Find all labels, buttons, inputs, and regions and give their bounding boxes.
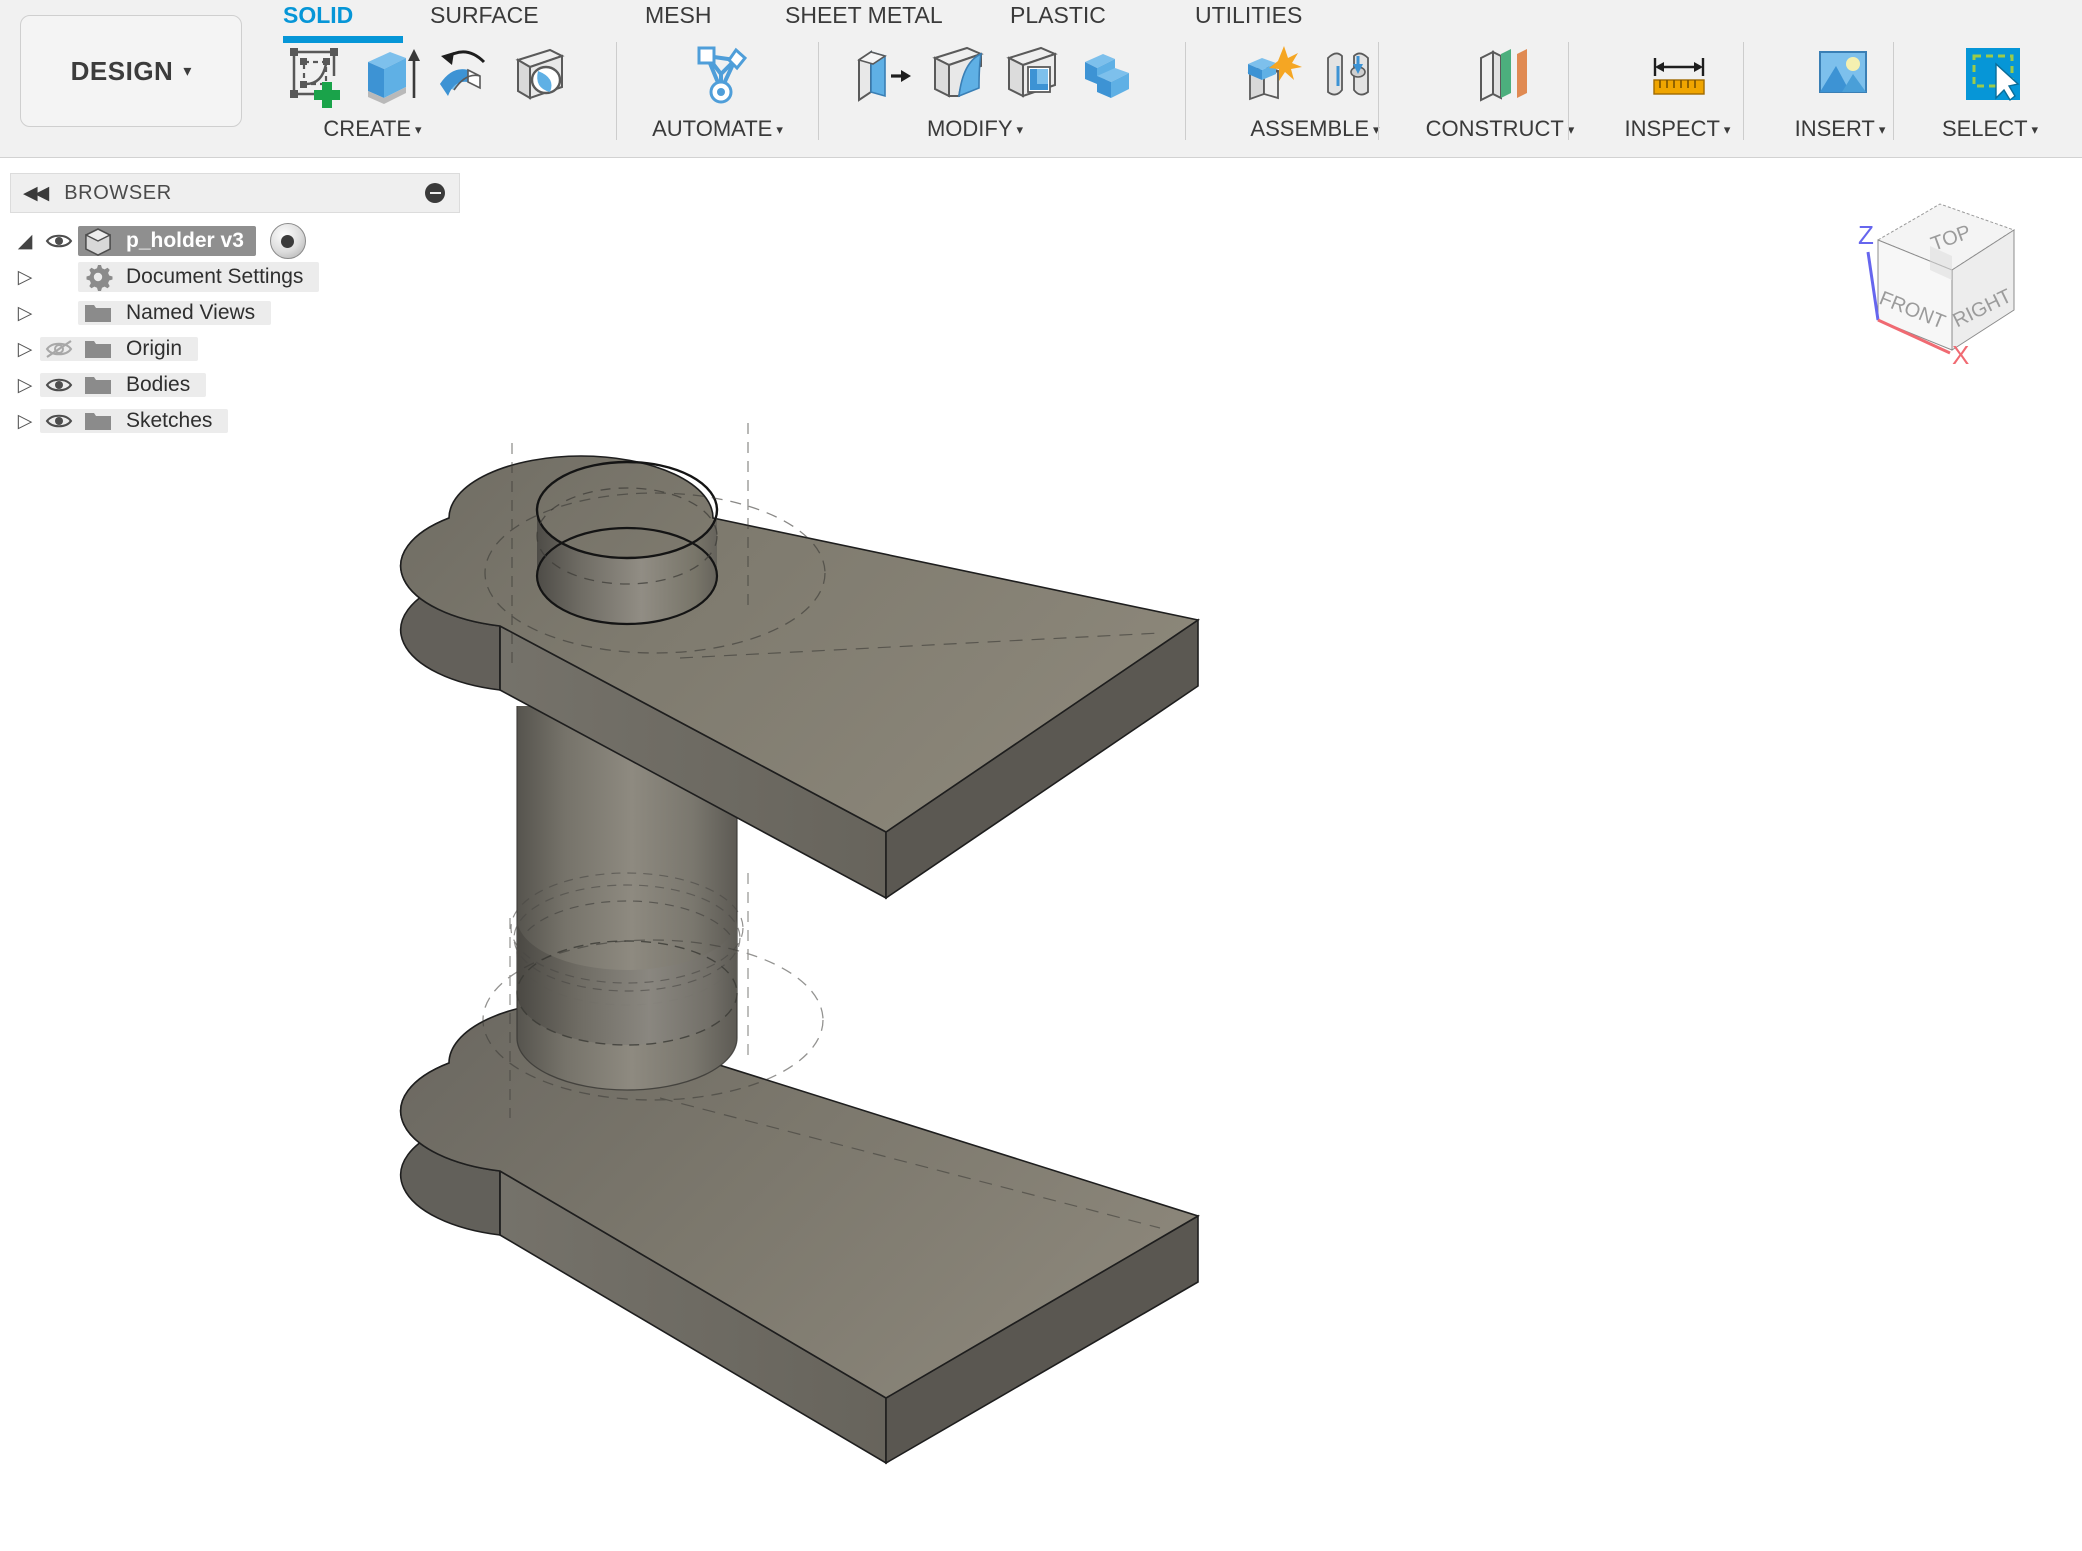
panel-divider xyxy=(818,42,819,140)
panel-title-select[interactable]: SELECT▾ xyxy=(1905,116,2075,142)
tree-row-sketches[interactable]: ▷ Sketches xyxy=(10,403,460,439)
triangle-collapsed-icon[interactable]: ▷ xyxy=(10,302,40,325)
tree-label-p-holder: p_holder v3 xyxy=(126,229,244,253)
tree-row-document-settings[interactable]: ▷ Document Settings xyxy=(10,259,460,295)
new-component-icon[interactable] xyxy=(1240,36,1308,108)
folder-icon xyxy=(78,373,118,397)
chevron-down-icon: ▾ xyxy=(2032,122,2039,137)
chevron-down-icon: ▾ xyxy=(776,122,783,137)
workspace-switcher-button[interactable]: DESIGN ▾ xyxy=(20,15,242,127)
tab-surface[interactable]: SURFACE xyxy=(430,2,539,29)
revolve-icon[interactable] xyxy=(430,36,498,108)
activate-component-radio[interactable] xyxy=(270,223,306,259)
automated-modeling-icon[interactable] xyxy=(687,36,755,108)
chevron-down-icon: ▾ xyxy=(415,122,422,137)
extrude-icon[interactable] xyxy=(356,36,424,108)
panel-insert: INSERT▾ xyxy=(1755,36,1925,156)
panel-title-modify[interactable]: MODIFY▾ xyxy=(830,116,1120,142)
select-window-icon[interactable] xyxy=(1958,36,2026,108)
tree-row-p-holder[interactable]: ◢ p_holder v3 xyxy=(10,223,460,259)
folder-icon xyxy=(78,337,118,361)
fillet-icon[interactable] xyxy=(923,36,991,108)
tab-solid[interactable]: SOLID xyxy=(283,2,353,29)
offset-plane-icon[interactable] xyxy=(1469,36,1537,108)
tree-label-bodies: Bodies xyxy=(126,373,190,397)
triangle-collapsed-icon[interactable]: ▷ xyxy=(10,338,40,361)
tree-label-sketches: Sketches xyxy=(126,409,212,433)
tree-row-named-views[interactable]: ▷ Named Views xyxy=(10,295,460,331)
ribbon-toolbar: DESIGN ▾ SOLID SURFACE MESH SHEET METAL … xyxy=(0,0,2082,158)
chevron-down-icon: ▾ xyxy=(1724,122,1731,137)
lower-slab xyxy=(401,1001,1198,1463)
panel-title-construct[interactable]: CONSTRUCT▾ xyxy=(1390,116,1610,142)
chevron-down-icon: ▾ xyxy=(1017,122,1024,137)
combine-icon[interactable] xyxy=(1071,36,1139,108)
press-pull-icon[interactable] xyxy=(849,36,917,108)
joint-icon[interactable] xyxy=(1314,36,1382,108)
create-sketch-icon[interactable] xyxy=(282,36,350,108)
tree-label-named-views: Named Views xyxy=(126,301,255,325)
tree-row-origin[interactable]: ▷ Origin xyxy=(10,331,460,367)
tree-node-selected[interactable]: p_holder v3 xyxy=(78,226,256,256)
workspace-label: DESIGN xyxy=(71,56,174,87)
chevron-down-icon: ▾ xyxy=(183,61,191,81)
folder-icon xyxy=(78,409,118,433)
panel-title-insert[interactable]: INSERT▾ xyxy=(1755,116,1925,142)
tab-sheet-metal[interactable]: SHEET METAL xyxy=(785,2,943,29)
panel-divider xyxy=(1185,42,1186,140)
panel-select: SELECT▾ xyxy=(1905,36,2075,156)
panel-construct: CONSTRUCT▾ xyxy=(1390,36,1610,156)
triangle-collapsed-icon[interactable]: ▷ xyxy=(10,374,40,397)
tree-row-bodies[interactable]: ▷ Bodies xyxy=(10,367,460,403)
shell-icon[interactable] xyxy=(997,36,1065,108)
tab-plastic[interactable]: PLASTIC xyxy=(1010,2,1106,29)
panel-inspect: INSPECT▾ xyxy=(1580,36,1775,156)
panel-divider xyxy=(1743,42,1744,140)
panel-divider xyxy=(1568,42,1569,140)
panel-divider xyxy=(616,42,617,140)
panel-title-inspect[interactable]: INSPECT▾ xyxy=(1580,116,1775,142)
view-cube[interactable]: TOP FRONT RIGHT Z X xyxy=(1828,168,2058,368)
triangle-expanded-icon[interactable]: ◢ xyxy=(10,230,40,253)
eye-hidden-icon[interactable] xyxy=(40,339,78,359)
rewind-icon[interactable]: ◀◀ xyxy=(23,182,46,205)
browser-tree: ◢ p_holder v3 xyxy=(10,223,460,439)
panel-divider xyxy=(1893,42,1894,140)
panel-title-create[interactable]: CREATE▾ xyxy=(265,116,480,142)
minimize-icon[interactable] xyxy=(425,183,445,203)
eye-visible-icon[interactable] xyxy=(40,376,78,394)
tab-utilities[interactable]: UTILITIES xyxy=(1195,2,1302,29)
chevron-down-icon: ▾ xyxy=(1879,122,1886,137)
panel-title-automate[interactable]: AUTOMATE▾ xyxy=(630,116,805,142)
panel-create: CREATE▾ xyxy=(265,36,480,156)
measure-icon[interactable] xyxy=(1645,36,1713,108)
browser-header[interactable]: ◀◀ BROWSER xyxy=(10,173,460,213)
browser-panel: ◀◀ BROWSER ◢ xyxy=(10,173,460,439)
gear-icon xyxy=(78,262,118,292)
browser-title: BROWSER xyxy=(64,182,172,205)
insert-mcmaster-icon[interactable] xyxy=(1808,36,1876,108)
tab-mesh[interactable]: MESH xyxy=(645,2,711,29)
triangle-collapsed-icon[interactable]: ▷ xyxy=(10,266,40,289)
axis-label-z: Z xyxy=(1858,220,1874,250)
eye-visible-icon[interactable] xyxy=(40,412,78,430)
folder-icon xyxy=(78,301,118,325)
tree-label-document-settings: Document Settings xyxy=(126,265,303,289)
fusion360-window: DESIGN ▾ SOLID SURFACE MESH SHEET METAL … xyxy=(0,0,2082,1546)
panel-automate: AUTOMATE▾ xyxy=(630,36,805,156)
tree-label-origin: Origin xyxy=(126,337,182,361)
panel-modify: MODIFY▾ xyxy=(830,36,1120,156)
triangle-collapsed-icon[interactable]: ▷ xyxy=(10,410,40,433)
eye-visible-icon[interactable] xyxy=(40,232,78,250)
hole-icon[interactable] xyxy=(504,36,572,108)
panel-divider xyxy=(1378,42,1379,140)
axis-label-x: X xyxy=(1952,340,1969,368)
component-icon xyxy=(78,226,118,256)
